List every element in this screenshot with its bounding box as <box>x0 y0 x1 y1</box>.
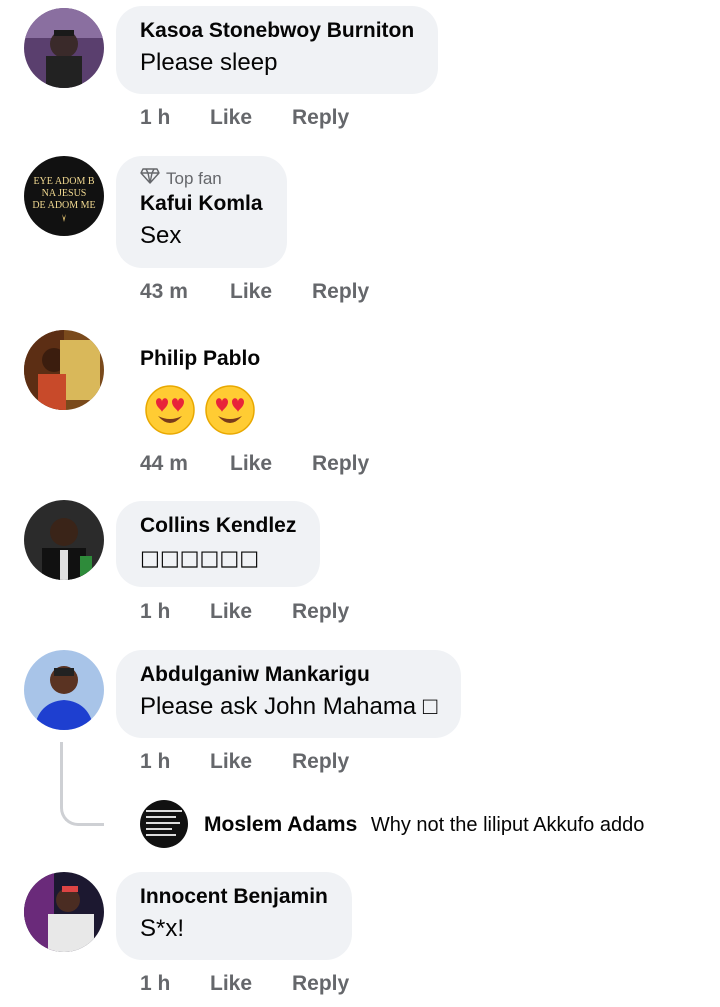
commenter-name[interactable]: Philip Pablo <box>140 346 260 372</box>
comment-time[interactable]: 1 h <box>140 106 210 130</box>
comment-actions: 1 h Like Reply <box>140 972 349 996</box>
like-button[interactable]: Like <box>210 750 292 774</box>
comment-actions: 43 m Like Reply <box>140 280 369 304</box>
top-fan-badge: Top fan <box>140 168 263 189</box>
comment-actions: 44 m Like Reply <box>140 452 369 476</box>
reply-button[interactable]: Reply <box>312 280 369 304</box>
reply-button[interactable]: Reply <box>312 452 369 476</box>
comment-time[interactable]: 1 h <box>140 972 210 996</box>
thread-line <box>60 742 104 826</box>
comment-bubble: Top fan Kafui Komla Sex <box>116 156 287 268</box>
comment-time[interactable]: 43 m <box>140 280 230 304</box>
avatar[interactable] <box>24 8 104 88</box>
comment-bubble: Innocent Benjamin S*x! <box>116 872 352 960</box>
heart-eyes-emoji <box>145 385 195 435</box>
avatar[interactable] <box>24 330 104 410</box>
avatar[interactable] <box>24 650 104 730</box>
comment-text: Sex <box>140 222 182 249</box>
commenter-name[interactable]: Innocent Benjamin <box>140 884 328 910</box>
commenter-name[interactable]: Collins Kendlez <box>140 513 296 539</box>
like-button[interactable]: Like <box>210 106 292 130</box>
comment-text: □□□□□□ <box>140 546 260 570</box>
reply-avatar[interactable] <box>140 800 188 848</box>
comment-bubble: Collins Kendlez □□□□□□ <box>116 501 321 587</box>
avatar[interactable]: EYE ADOM B NA JESUS DE ADOM ME <box>24 156 104 236</box>
avatar[interactable] <box>24 872 104 952</box>
reply-preview[interactable]: Moslem Adams Why not the liliput Akkufo … <box>204 812 644 838</box>
comment-bubble: Kasoa Stonebwoy Burniton Please sleep <box>116 6 439 94</box>
reply-preview-text: Why not the liliput Akkufo addo <box>370 814 645 836</box>
comment-actions: 1 h Like Reply <box>140 600 349 624</box>
comment-bubble: Philip Pablo <box>116 334 284 384</box>
avatar[interactable] <box>24 500 104 580</box>
comment-time[interactable]: 1 h <box>140 750 210 774</box>
comment-actions: 1 h Like Reply <box>140 106 349 130</box>
comment-emojis <box>144 384 256 436</box>
like-button[interactable]: Like <box>210 600 292 624</box>
comment-bubble: Abdulganiw Mankarigu Please ask John Mah… <box>116 650 462 738</box>
reply-button[interactable]: Reply <box>292 106 349 130</box>
reply-author-name[interactable]: Moslem Adams <box>204 813 357 836</box>
commenter-name[interactable]: Kasoa Stonebwoy Burniton <box>140 18 414 44</box>
commenter-name[interactable]: Abdulganiw Mankarigu <box>140 662 437 688</box>
reply-button[interactable]: Reply <box>292 600 349 624</box>
comment-time[interactable]: 44 m <box>140 452 230 476</box>
avatar-text: EYE ADOM B <box>33 176 94 187</box>
heart-eyes-emoji <box>205 385 255 435</box>
comment-text: Please ask John Mahama □ <box>140 693 438 720</box>
avatar-text: DE ADOM ME <box>32 200 95 211</box>
comment-actions: 1 h Like Reply <box>140 750 349 774</box>
like-button[interactable]: Like <box>210 972 292 996</box>
diamond-icon <box>140 168 160 189</box>
comment-text: Please sleep <box>140 49 278 76</box>
like-button[interactable]: Like <box>230 452 312 476</box>
comment-time[interactable]: 1 h <box>140 600 210 624</box>
comment-text: S*x! <box>140 915 185 942</box>
reply-button[interactable]: Reply <box>292 750 349 774</box>
reply-button[interactable]: Reply <box>292 972 349 996</box>
badge-label: Top fan <box>166 168 222 188</box>
like-button[interactable]: Like <box>230 280 312 304</box>
commenter-name[interactable]: Kafui Komla <box>140 191 263 217</box>
avatar-text: NA JESUS <box>42 188 87 199</box>
